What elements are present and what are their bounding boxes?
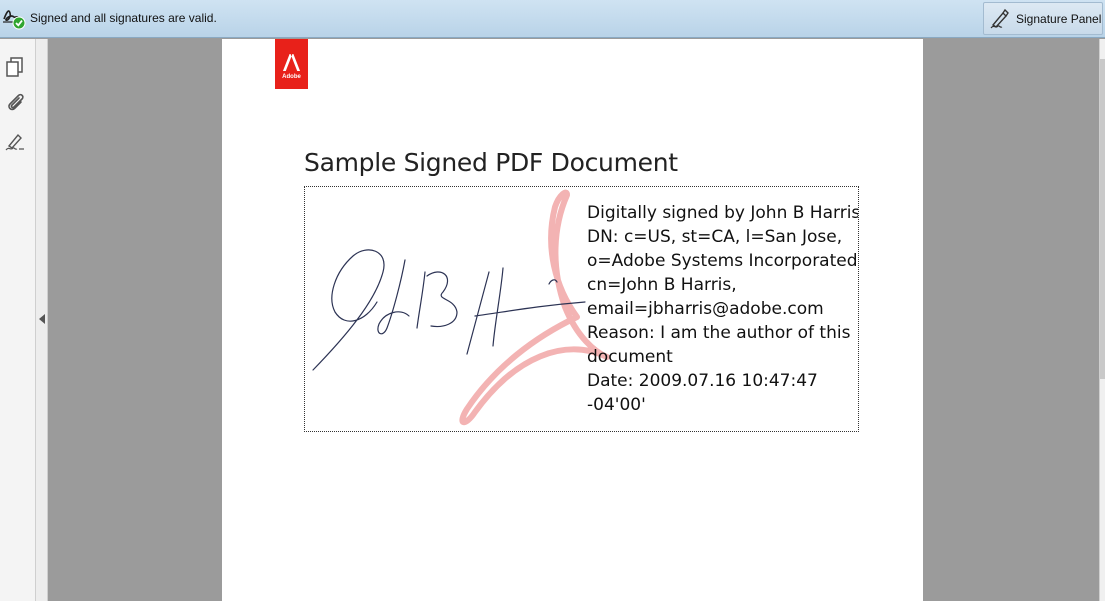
signature-status-text: Signed and all signatures are valid. xyxy=(30,11,217,25)
signature-valid-icon xyxy=(2,5,26,31)
signature-line: Date: 2009.07.16 10:47:47 xyxy=(587,371,818,391)
signature-pen-icon xyxy=(990,8,1009,28)
scrollbar-thumb[interactable] xyxy=(1100,59,1105,379)
signature-details: Digitally signed by John B Harris DN: c=… xyxy=(587,201,859,417)
signatures-icon[interactable] xyxy=(4,130,28,154)
adobe-logo: Adobe xyxy=(275,39,308,89)
handwritten-signature xyxy=(312,249,586,371)
signature-line: cn=John B Harris, xyxy=(587,275,737,295)
pdf-page: Adobe Sample Signed PDF Document Digital… xyxy=(222,39,923,601)
signature-panel-label: Signature Panel xyxy=(1016,11,1102,26)
collapse-left-arrow-icon[interactable] xyxy=(39,314,45,324)
signature-bar: Signed and all signatures are valid. Sig… xyxy=(0,0,1105,38)
signature-line: document xyxy=(587,347,673,367)
left-navigation-pane xyxy=(0,39,36,601)
adobe-logo-text: Adobe xyxy=(282,74,301,80)
signature-panel-button[interactable]: Signature Panel xyxy=(983,2,1103,35)
signature-line: DN: c=US, st=CA, l=San Jose, xyxy=(587,227,843,247)
signature-line: -04'00' xyxy=(587,395,646,415)
signature-field[interactable]: Digitally signed by John B Harris DN: c=… xyxy=(304,186,859,432)
document-title: Sample Signed PDF Document xyxy=(304,148,678,177)
signature-line: Digitally signed by John B Harris xyxy=(587,203,859,223)
signature-line: Reason: I am the author of this xyxy=(587,323,851,343)
attachments-icon[interactable] xyxy=(4,91,28,115)
signature-line: o=Adobe Systems Incorporated, xyxy=(587,251,859,271)
vertical-scrollbar[interactable] xyxy=(1099,39,1105,601)
nav-pane-collapse-handle[interactable] xyxy=(36,39,48,601)
pages-icon[interactable] xyxy=(4,55,28,79)
signature-line: email=jbharris@adobe.com xyxy=(587,299,824,319)
